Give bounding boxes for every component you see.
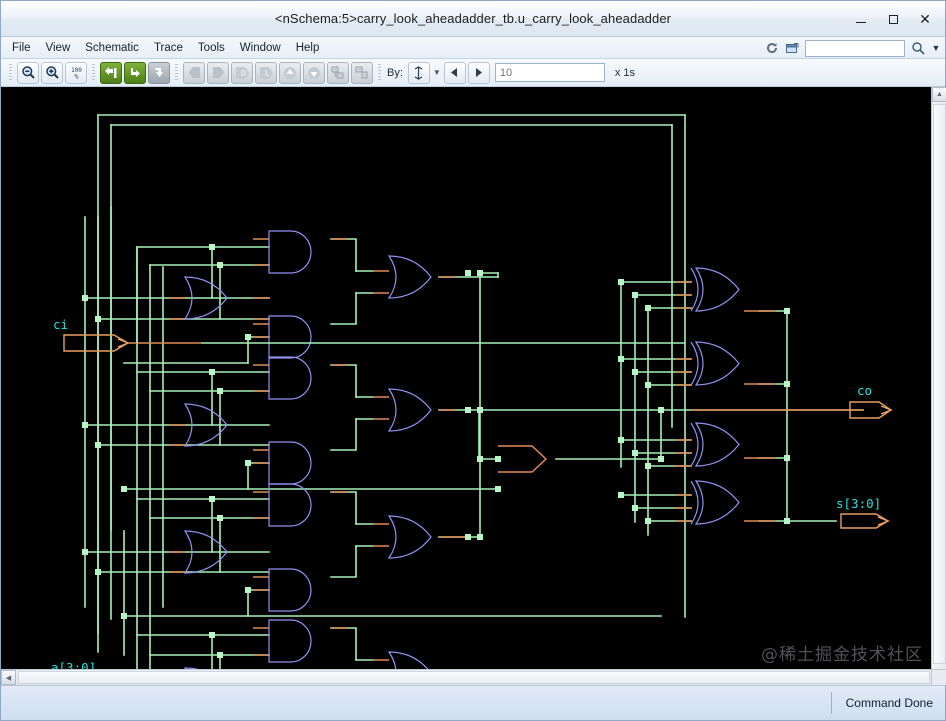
schematic-drawing[interactable]: ci a[3:0] b[3:0] (1, 87, 931, 669)
toolbar-separator (9, 63, 12, 82)
schematic-canvas-area: ci a[3:0] b[3:0] (1, 87, 946, 685)
restore-window-icon[interactable] (784, 40, 801, 57)
menu-schematic-label: Schematic (85, 42, 139, 54)
window-title: <nSchema:5>carry_look_aheadadder_tb.u_ca… (274, 11, 672, 26)
menu-tools-label: Tools (197, 42, 225, 54)
by-value-input[interactable] (494, 63, 605, 82)
status-bar: Command Done (1, 685, 945, 720)
toolbar-separator (175, 63, 178, 82)
step-forward-button[interactable] (467, 61, 490, 84)
by-mode-caret-icon[interactable]: ▼ (433, 68, 441, 77)
close-button[interactable]: ✕ (910, 7, 940, 31)
search-icon[interactable] (909, 40, 926, 57)
menu-trace-label: Trace (153, 42, 183, 54)
next-button[interactable] (207, 61, 229, 84)
scrollbar-corner (931, 669, 946, 685)
schematic-window: <nSchema:5>carry_look_aheadadder_tb.u_ca… (0, 0, 946, 721)
up-button[interactable] (279, 61, 301, 84)
refresh-icon[interactable] (763, 40, 780, 57)
vertical-scroll-track[interactable] (933, 104, 946, 664)
port-label-co: co (857, 383, 872, 398)
pop-out-button[interactable] (148, 61, 170, 84)
load-button[interactable]: L (255, 61, 277, 84)
status-message: Command Done (830, 692, 945, 714)
port-label-ci: ci (53, 317, 68, 332)
driver-button[interactable]: D (231, 61, 253, 84)
search-input[interactable] (805, 39, 905, 57)
horizontal-scroll-track[interactable] (18, 671, 930, 684)
expand-net-button[interactable] (327, 61, 349, 84)
push-into-button[interactable] (124, 61, 146, 84)
search-dropdown-caret-icon[interactable]: ▼ (930, 40, 942, 57)
menu-view-label: View (45, 42, 71, 54)
svg-text:%: % (74, 73, 78, 81)
toolbar-separator (378, 63, 381, 82)
window-controls: ✕ (845, 1, 941, 37)
toolbar: 100% D L By: ▼ 10 x 1s (1, 59, 945, 87)
by-label: By: (387, 66, 403, 79)
menu-view[interactable]: View (39, 40, 78, 55)
menu-help[interactable]: Help (289, 40, 327, 55)
menu-schematic[interactable]: Schematic (78, 40, 146, 55)
menu-help-label: Help (295, 42, 320, 54)
step-back-button[interactable] (443, 61, 466, 84)
zoom-out-button[interactable] (17, 61, 39, 84)
horizontal-scrollbar[interactable]: ◀ (1, 669, 931, 685)
menu-bar: File View Schematic Trace Tools Window H… (1, 37, 945, 59)
vertical-scrollbar[interactable]: ▲ (931, 87, 946, 669)
scroll-left-button[interactable]: ◀ (1, 670, 16, 685)
menu-file[interactable]: File (5, 40, 38, 55)
menu-tools[interactable]: Tools (191, 40, 232, 55)
port-label-s: s[3:0] (836, 496, 881, 511)
close-icon: ✕ (919, 11, 931, 27)
by-mode-button[interactable] (407, 61, 430, 84)
time-unit-label: x 1s (614, 66, 636, 79)
port-label-a: a[3:0] (51, 660, 96, 669)
title-bar: <nSchema:5>carry_look_aheadadder_tb.u_ca… (1, 1, 945, 37)
minimize-button[interactable] (846, 7, 876, 31)
menu-trace[interactable]: Trace (147, 40, 190, 55)
menu-file-label: File (12, 42, 31, 54)
svg-text:L: L (265, 69, 270, 78)
scroll-up-button[interactable]: ▲ (932, 87, 946, 102)
prev-button[interactable] (183, 61, 205, 84)
menubar-right-group: ▼ (763, 37, 942, 59)
maximize-button[interactable] (878, 7, 908, 31)
zoom-100-button[interactable]: 100% (65, 61, 87, 84)
down-button[interactable] (303, 61, 325, 84)
svg-text:D: D (241, 69, 246, 78)
menu-window[interactable]: Window (233, 40, 288, 55)
back-to-source-button[interactable] (100, 61, 122, 84)
zoom-in-button[interactable] (41, 61, 63, 84)
toolbar-separator (92, 63, 95, 82)
menu-window-label: Window (239, 42, 281, 54)
collapse-net-button[interactable] (351, 61, 373, 84)
